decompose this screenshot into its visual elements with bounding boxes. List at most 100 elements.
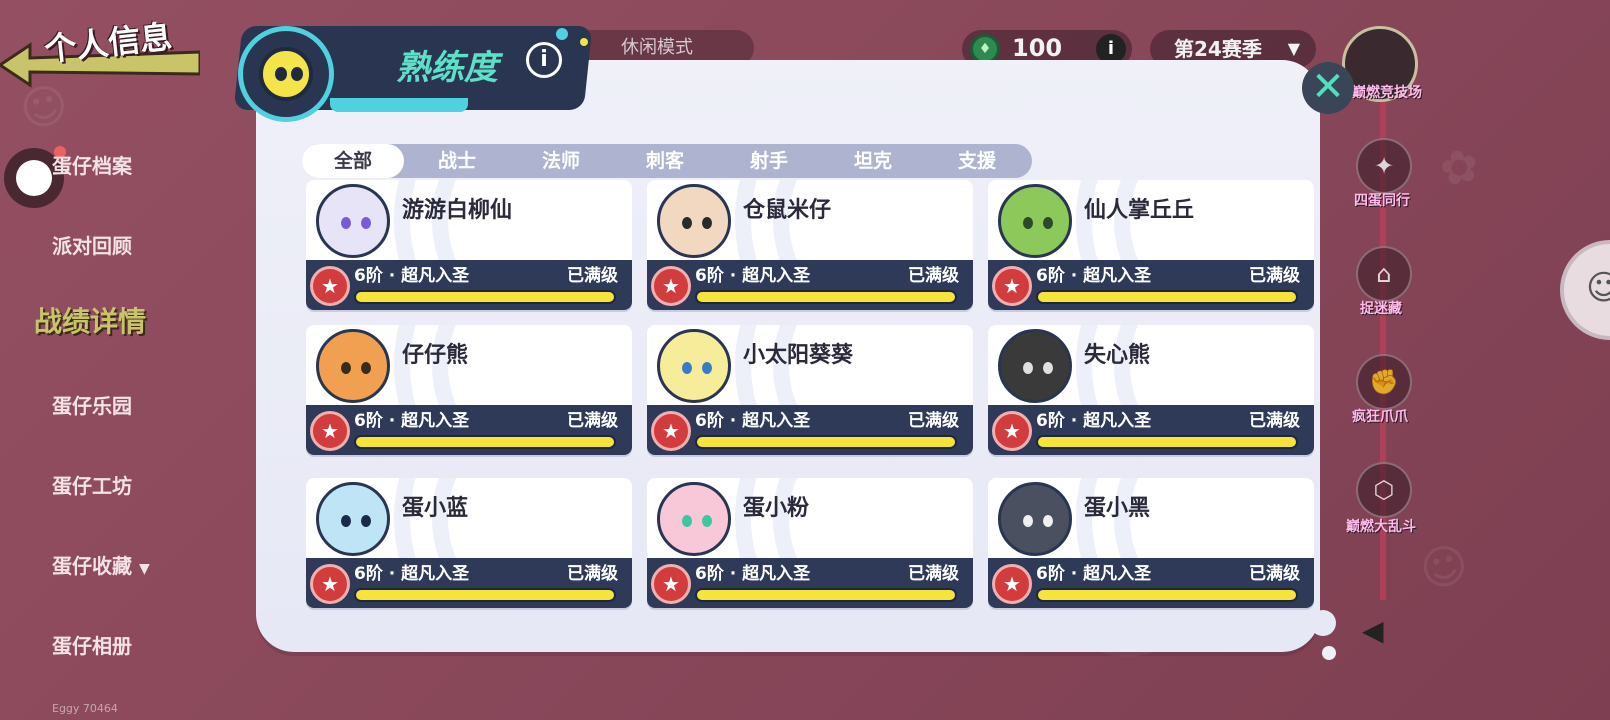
rank-label: 6阶 · 超凡入圣 xyxy=(1036,564,1152,584)
avatar-eye xyxy=(682,515,692,527)
rank-bar: ★ 6阶 · 超凡入圣 已满级 xyxy=(647,558,973,608)
character-name: 仙人掌丘丘 xyxy=(1084,198,1195,223)
level-status: 已满级 xyxy=(908,266,959,286)
character-name: 仔仔熊 xyxy=(402,343,469,368)
tab-tank[interactable]: 坦克 xyxy=(822,144,924,178)
tab-assassin[interactable]: 刺客 xyxy=(614,144,716,178)
tab-mage[interactable]: 法师 xyxy=(510,144,612,178)
progress-bar xyxy=(1036,588,1298,602)
right-nav-label: 疯狂爪爪 xyxy=(1352,409,1408,425)
character-card[interactable]: 蛋小蓝 ★ 6阶 · 超凡入圣 已满级 xyxy=(306,478,632,608)
close-button[interactable]: ✕ xyxy=(1302,62,1354,114)
avatar-eye xyxy=(702,217,712,229)
rank-label: 6阶 · 超凡入圣 xyxy=(354,411,470,431)
rank-badge-icon: ★ xyxy=(651,411,691,451)
hide-seek-icon[interactable]: ⌂ xyxy=(1356,246,1412,302)
avatar-eye xyxy=(702,362,712,374)
progress-bar xyxy=(695,435,957,449)
rank-bar: ★ 6阶 · 超凡入圣 已满级 xyxy=(306,260,632,310)
chevron-down-icon: ▼ xyxy=(138,561,150,577)
level-status: 已满级 xyxy=(1249,411,1300,431)
progress-bar xyxy=(1036,435,1298,449)
character-card[interactable]: 游游白柳仙 ★ 6阶 · 超凡入圣 已满级 xyxy=(306,180,632,310)
progress-fill xyxy=(697,437,955,447)
character-avatar xyxy=(998,482,1072,556)
brawl-icon[interactable]: ⬡ xyxy=(1356,462,1412,518)
progress-fill xyxy=(356,292,614,302)
claw-icon[interactable]: ✊ xyxy=(1356,354,1412,410)
character-name: 游游白柳仙 xyxy=(402,198,513,223)
rank-badge-icon: ★ xyxy=(992,411,1032,451)
progress-bar xyxy=(354,290,616,304)
four-eggs-icon[interactable]: ✦ xyxy=(1356,138,1412,194)
currency-value: 100 xyxy=(1012,34,1063,62)
close-icon: ✕ xyxy=(1311,64,1345,110)
avatar-eye xyxy=(1043,515,1053,527)
sidebar-item-workshop[interactable]: 蛋仔工坊 xyxy=(52,470,132,499)
level-status: 已满级 xyxy=(567,411,618,431)
tab-warrior[interactable]: 战士 xyxy=(406,144,508,178)
character-avatar xyxy=(657,482,731,556)
sidebar-item-party-review[interactable]: 派对回顾 xyxy=(52,230,132,259)
character-card[interactable]: 小太阳葵葵 ★ 6阶 · 超凡入圣 已满级 xyxy=(647,325,973,455)
progress-bar xyxy=(354,588,616,602)
progress-fill xyxy=(356,437,614,447)
character-avatar xyxy=(998,329,1072,403)
rank-label: 6阶 · 超凡入圣 xyxy=(1036,411,1152,431)
character-name: 蛋小粉 xyxy=(743,496,810,521)
progress-fill xyxy=(1038,292,1296,302)
sidebar-item-paradise[interactable]: 蛋仔乐园 xyxy=(52,390,132,419)
info-icon[interactable]: i xyxy=(526,42,562,78)
rank-bar: ★ 6阶 · 超凡入圣 已满级 xyxy=(306,558,632,608)
sidebar-item-album[interactable]: 蛋仔相册 xyxy=(52,630,132,659)
character-card[interactable]: 蛋小粉 ★ 6阶 · 超凡入圣 已满级 xyxy=(647,478,973,608)
rank-badge-icon: ★ xyxy=(992,564,1032,604)
header-accent xyxy=(330,98,468,112)
progress-bar xyxy=(354,435,616,449)
character-card[interactable]: 仙人掌丘丘 ★ 6阶 · 超凡入圣 已满级 xyxy=(988,180,1314,310)
panel-tail xyxy=(1310,610,1336,636)
sidebar-item-profile[interactable]: 蛋仔档案 xyxy=(52,150,132,179)
character-card[interactable]: 失心熊 ★ 6阶 · 超凡入圣 已满级 xyxy=(988,325,1314,455)
level-status: 已满级 xyxy=(908,564,959,584)
rank-label: 6阶 · 超凡入圣 xyxy=(695,411,811,431)
tab-all[interactable]: 全部 xyxy=(302,144,404,178)
rank-badge-icon: ★ xyxy=(310,564,350,604)
character-name: 蛋小黑 xyxy=(1084,496,1151,521)
character-avatar xyxy=(998,184,1072,258)
rank-badge-icon: ★ xyxy=(651,564,691,604)
character-avatar xyxy=(657,184,731,258)
avatar-eye xyxy=(682,362,692,374)
cat-icon: ☺ xyxy=(1586,268,1610,308)
character-card[interactable]: 蛋小黑 ★ 6阶 · 超凡入圣 已满级 xyxy=(988,478,1314,608)
chevron-left-icon[interactable]: ◀ xyxy=(1362,616,1392,646)
right-nav-label: 巅燃大乱斗 xyxy=(1346,519,1416,535)
character-avatar xyxy=(316,482,390,556)
progress-fill xyxy=(356,590,614,600)
rank-badge-icon: ★ xyxy=(310,266,350,306)
rank-label: 6阶 · 超凡入圣 xyxy=(695,266,811,286)
avatar-eye xyxy=(1023,515,1033,527)
avatar-eye xyxy=(361,515,371,527)
avatar-eye xyxy=(682,217,692,229)
sidebar-item-collection[interactable]: 蛋仔收藏 ▼ xyxy=(52,550,150,579)
rank-label: 6阶 · 超凡入圣 xyxy=(354,266,470,286)
tab-support[interactable]: 支援 xyxy=(926,144,1028,178)
character-card[interactable]: 仓鼠米仔 ★ 6阶 · 超凡入圣 已满级 xyxy=(647,180,973,310)
proficiency-logo-icon xyxy=(238,26,334,122)
character-card[interactable]: 仔仔熊 ★ 6阶 · 超凡入圣 已满级 xyxy=(306,325,632,455)
avatar-eye xyxy=(1023,362,1033,374)
progress-fill xyxy=(697,590,955,600)
level-status: 已满级 xyxy=(567,266,618,286)
rank-bar: ★ 6阶 · 超凡入圣 已满级 xyxy=(306,405,632,455)
rank-badge-icon: ★ xyxy=(651,266,691,306)
progress-bar xyxy=(1036,290,1298,304)
rank-bar: ★ 6阶 · 超凡入圣 已满级 xyxy=(647,405,973,455)
avatar-eye xyxy=(341,217,351,229)
tab-marksman[interactable]: 射手 xyxy=(718,144,820,178)
rank-bar: ★ 6阶 · 超凡入圣 已满级 xyxy=(988,558,1314,608)
right-nav-label: 巅燃竞技场 xyxy=(1352,85,1422,101)
rank-badge-icon: ★ xyxy=(992,266,1032,306)
rank-label: 6阶 · 超凡入圣 xyxy=(695,564,811,584)
sidebar-item-stats[interactable]: 战绩详情 xyxy=(34,300,146,340)
